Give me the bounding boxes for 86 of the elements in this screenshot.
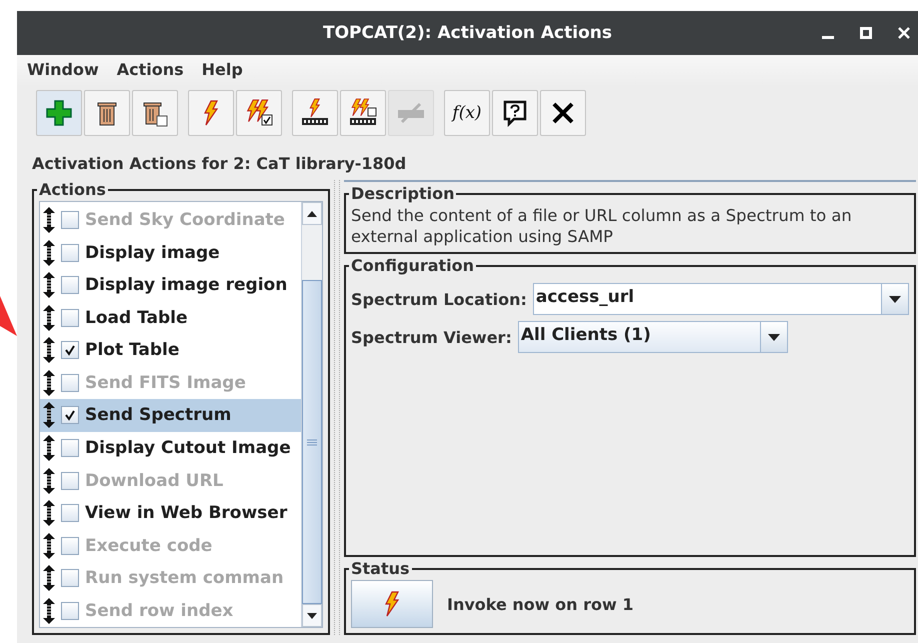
toolbar-button[interactable] — [492, 90, 538, 136]
move-icon[interactable] — [43, 272, 55, 298]
menu-item[interactable]: Help — [202, 60, 243, 86]
move-icon[interactable] — [43, 370, 55, 396]
grip-icon[interactable] — [307, 438, 317, 446]
field-label: Spectrum Location: — [351, 290, 527, 308]
checkbox[interactable] — [61, 406, 79, 424]
move-icon[interactable] — [43, 304, 55, 331]
action-label: View in Web Browser — [85, 503, 288, 524]
action-label: Display image region — [85, 275, 288, 296]
close-icon[interactable] — [898, 27, 910, 39]
move-icon[interactable] — [43, 598, 55, 624]
action-label: Send FITS Image — [85, 372, 246, 393]
action-row[interactable]: Display Cutout Image — [40, 432, 301, 464]
check-icon — [64, 409, 76, 422]
window-title: TOPCAT(2): Activation Actions — [323, 23, 612, 43]
move-icon[interactable] — [43, 434, 55, 461]
move-icon[interactable] — [43, 207, 55, 234]
action-label: Send Spectrum — [85, 405, 232, 426]
caret-icon[interactable] — [889, 296, 901, 302]
status-message: Invoke now on row 1 — [447, 594, 634, 614]
toolbar-button[interactable] — [132, 90, 178, 136]
action-label: Execute code — [85, 536, 212, 556]
action-label: Plot Table — [85, 340, 180, 360]
checkbox[interactable] — [61, 211, 79, 230]
checkbox[interactable] — [61, 438, 79, 457]
checkbox[interactable] — [61, 569, 79, 588]
dropdown-field[interactable]: All Clients (1) — [518, 321, 788, 353]
group-title: Status — [350, 559, 411, 578]
action-row[interactable]: View in Web Browser — [40, 496, 301, 530]
scrollbar[interactable] — [301, 202, 322, 627]
action-label: Download URL — [85, 470, 224, 491]
action-label: Run system comman — [85, 568, 284, 588]
checkbox[interactable] — [61, 276, 79, 294]
move-icon[interactable] — [43, 402, 55, 428]
toolbar-button[interactable] — [292, 90, 338, 136]
lightning-film-icon — [300, 98, 330, 128]
plus-icon — [44, 98, 74, 128]
toolbar-button[interactable] — [540, 90, 586, 136]
move-icon[interactable] — [43, 500, 55, 526]
checkbox[interactable] — [61, 244, 79, 262]
group-title: Actions — [38, 180, 107, 199]
move-icon[interactable] — [43, 468, 55, 494]
move-icon[interactable] — [43, 240, 55, 266]
toolbar-button[interactable] — [340, 90, 386, 136]
checkbox[interactable] — [61, 504, 79, 522]
group-title: Description — [350, 184, 456, 203]
scroll-up-icon[interactable] — [307, 210, 317, 216]
lightning-icon — [244, 98, 274, 128]
description-text: Send the content of a file or URL column as a Spectrum to an external application using SAMP — [351, 206, 852, 246]
menu-item[interactable]: Actions — [116, 60, 184, 86]
menu-item[interactable]: Window — [27, 60, 99, 86]
field-label: Spectrum Viewer: — [351, 328, 512, 346]
action-row[interactable]: Plot Table — [40, 334, 301, 367]
check-icon — [64, 344, 76, 356]
maximize-icon[interactable] — [860, 27, 872, 39]
dropdown-field[interactable]: access_url — [532, 283, 909, 315]
action-row[interactable]: Send Spectrum — [40, 399, 301, 432]
action-row[interactable]: Display image region — [40, 269, 301, 302]
move-icon[interactable] — [43, 532, 55, 559]
action-label: Send Sky Coordinate — [85, 210, 285, 230]
action-label: Load Table — [85, 308, 188, 328]
action-row[interactable]: Load Table — [40, 302, 301, 334]
toolbar-button[interactable] — [236, 90, 282, 136]
checkbox[interactable] — [61, 341, 79, 360]
action-label: Display image — [85, 242, 220, 263]
action-row[interactable]: Display image — [40, 236, 301, 270]
checkbox[interactable] — [61, 472, 79, 490]
move-icon[interactable] — [43, 337, 55, 364]
toolbar-button[interactable] — [84, 90, 130, 136]
lightning-film-icon — [348, 98, 378, 128]
lightning-icon — [383, 590, 401, 618]
function-button[interactable]: f(x) — [444, 90, 490, 136]
action-label: Send row index — [85, 600, 234, 621]
checkbox[interactable] — [61, 374, 79, 392]
action-label: Display Cutout Image — [85, 438, 291, 458]
checkbox[interactable] — [61, 308, 79, 327]
invoke-button[interactable] — [351, 580, 433, 628]
checkbox[interactable] — [61, 602, 79, 620]
pointer-arrow — [0, 296, 17, 336]
checkbox[interactable] — [61, 536, 79, 555]
scroll-down-icon[interactable] — [307, 612, 317, 618]
move-icon[interactable] — [43, 565, 55, 592]
panel-heading: Activation Actions for 2: CaT library-180d — [31, 153, 408, 175]
group-title: Configuration — [350, 256, 476, 275]
caret-icon[interactable] — [768, 334, 780, 340]
